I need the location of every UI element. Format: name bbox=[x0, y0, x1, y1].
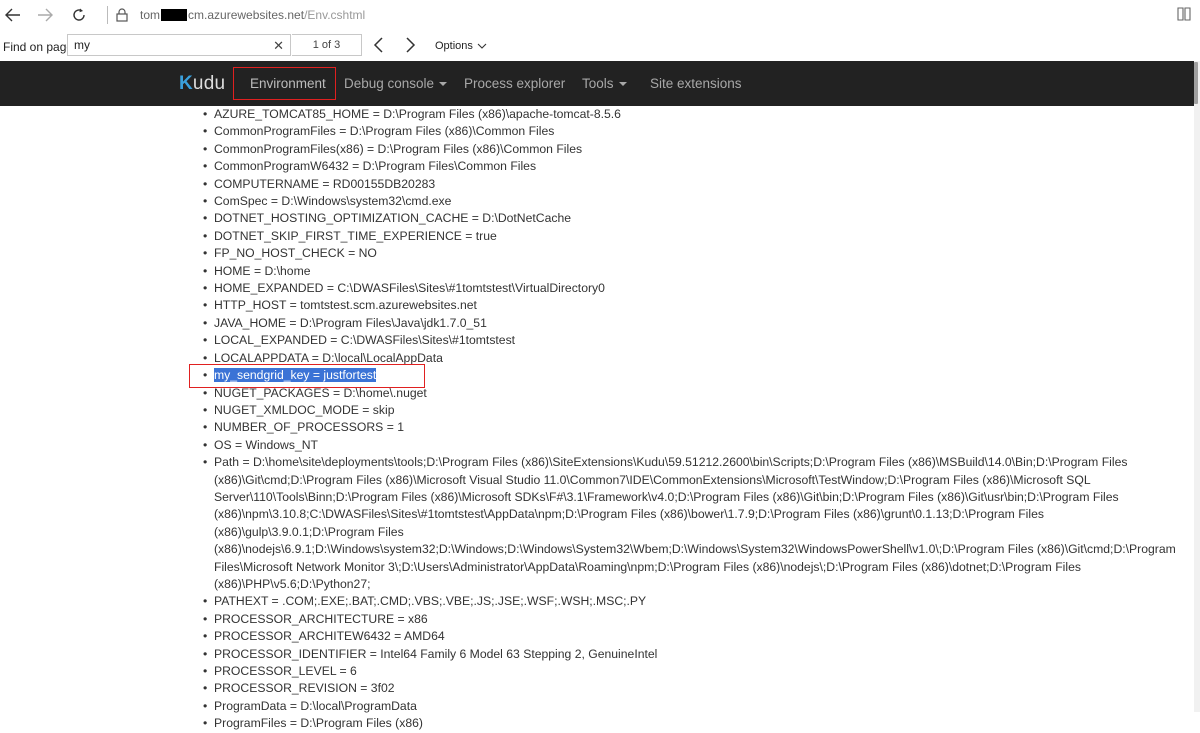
reading-view-button[interactable] bbox=[1176, 6, 1192, 27]
list-item: HTTP_HOST = tomtstest.scm.azurewebsites.… bbox=[203, 297, 1178, 315]
annotation-box-environment bbox=[233, 67, 336, 100]
list-item: ProgramData = D:\local\ProgramData bbox=[203, 698, 1178, 716]
next-match-button[interactable] bbox=[403, 37, 417, 58]
list-item: DOTNET_SKIP_FIRST_TIME_EXPERIENCE = true bbox=[203, 228, 1178, 246]
list-item: Path = D:\home\site\deployments\tools;D:… bbox=[203, 454, 1178, 593]
nav-tools[interactable]: Tools bbox=[582, 76, 627, 91]
forward-arrow-icon bbox=[38, 8, 53, 22]
list-item: NUMBER_OF_PROCESSORS = 1 bbox=[203, 419, 1178, 437]
clear-icon[interactable]: ✕ bbox=[273, 38, 284, 54]
list-item: PATHEXT = .COM;.EXE;.BAT;.CMD;.VBS;.VBE;… bbox=[203, 593, 1178, 611]
url-prefix: tom bbox=[140, 8, 161, 22]
refresh-button[interactable] bbox=[66, 3, 92, 27]
nav-debug-console-label: Debug console bbox=[344, 76, 435, 91]
chevron-right-icon bbox=[406, 37, 416, 53]
list-item: ProgramFiles = D:\Program Files (x86) bbox=[203, 715, 1178, 733]
match-count: 1 of 3 bbox=[292, 34, 362, 56]
list-item: HOME = D:\home bbox=[203, 263, 1178, 281]
kudu-logo[interactable]: Kudu bbox=[179, 73, 225, 95]
address-url[interactable]: tom cm.azurewebsites.net /Env.cshtml bbox=[140, 8, 365, 22]
lock-icon bbox=[116, 8, 128, 22]
nav-tools-label: Tools bbox=[582, 76, 614, 91]
lock-icon-wrap[interactable] bbox=[109, 3, 135, 27]
list-item: CommonProgramFiles(x86) = D:\Program Fil… bbox=[203, 141, 1178, 159]
back-arrow-icon bbox=[5, 8, 20, 22]
list-item: LOCAL_EXPANDED = C:\DWASFiles\Sites\#1to… bbox=[203, 332, 1178, 350]
scrollbar-track[interactable] bbox=[1194, 61, 1200, 712]
chevron-down-icon bbox=[477, 43, 487, 49]
list-item: COMPUTERNAME = RD00155DB20283 bbox=[203, 176, 1178, 194]
list-item: PROCESSOR_IDENTIFIER = Intel64 Family 6 … bbox=[203, 646, 1178, 664]
url-path: /Env.cshtml bbox=[304, 8, 366, 22]
list-item: PROCESSOR_ARCHITECTURE = x86 bbox=[203, 611, 1178, 629]
list-item: PROCESSOR_LEVEL = 6 bbox=[203, 663, 1178, 681]
list-item: ComSpec = D:\Windows\system32\cmd.exe bbox=[203, 193, 1178, 211]
back-button[interactable] bbox=[0, 3, 26, 27]
browser-toolbar: tom cm.azurewebsites.net /Env.cshtml bbox=[0, 0, 1200, 31]
nav-process-explorer[interactable]: Process explorer bbox=[464, 76, 565, 91]
url-domain: cm.azurewebsites.net bbox=[188, 8, 305, 22]
list-item: PROCESSOR_REVISION = 3f02 bbox=[203, 680, 1178, 698]
list-item: CommonProgramW6432 = D:\Program Files\Co… bbox=[203, 158, 1178, 176]
list-item: PROCESSOR_ARCHITEW6432 = AMD64 bbox=[203, 628, 1178, 646]
previous-match-button[interactable] bbox=[372, 37, 386, 58]
book-icon bbox=[1177, 7, 1191, 21]
env-variable-list: AZURE_TOMCAT85_HOME = D:\Program Files (… bbox=[203, 106, 1178, 733]
options-label: Options bbox=[435, 40, 473, 52]
list-item: NUGET_XMLDOC_MODE = skip bbox=[203, 402, 1178, 420]
chevron-left-icon bbox=[373, 37, 383, 53]
find-label: Find on page bbox=[3, 40, 74, 54]
brand-rest: udu bbox=[192, 73, 226, 94]
redacted-block bbox=[161, 9, 188, 21]
nav-debug-console[interactable]: Debug console bbox=[344, 76, 448, 91]
refresh-icon bbox=[73, 8, 85, 21]
options-dropdown[interactable]: Options bbox=[435, 40, 487, 52]
list-item: AZURE_TOMCAT85_HOME = D:\Program Files (… bbox=[203, 106, 1178, 124]
find-input[interactable] bbox=[74, 36, 264, 54]
list-item: JAVA_HOME = D:\Program Files\Java\jdk1.7… bbox=[203, 315, 1178, 333]
toolbar-divider bbox=[107, 6, 108, 24]
nav-site-extensions[interactable]: Site extensions bbox=[650, 76, 742, 91]
brand-k: K bbox=[179, 73, 193, 94]
find-input-box[interactable]: ✕ bbox=[67, 34, 291, 56]
annotation-box-sendgrid-key bbox=[189, 364, 425, 388]
list-item: DOTNET_HOSTING_OPTIMIZATION_CACHE = D:\D… bbox=[203, 210, 1178, 228]
list-item: OS = Windows_NT bbox=[203, 437, 1178, 455]
caret-down-icon bbox=[439, 82, 448, 87]
list-item: CommonProgramFiles = D:\Program Files (x… bbox=[203, 123, 1178, 141]
scrollbar-thumb[interactable] bbox=[1194, 62, 1198, 104]
forward-button[interactable] bbox=[32, 3, 58, 27]
caret-down-icon bbox=[618, 82, 627, 87]
kudu-navbar: Kudu Environment Debug console Process e… bbox=[0, 61, 1194, 106]
find-bar: Find on page ✕ 1 of 3 Options bbox=[0, 31, 1200, 61]
list-item: HOME_EXPANDED = C:\DWASFiles\Sites\#1tom… bbox=[203, 280, 1178, 298]
list-item: FP_NO_HOST_CHECK = NO bbox=[203, 245, 1178, 263]
